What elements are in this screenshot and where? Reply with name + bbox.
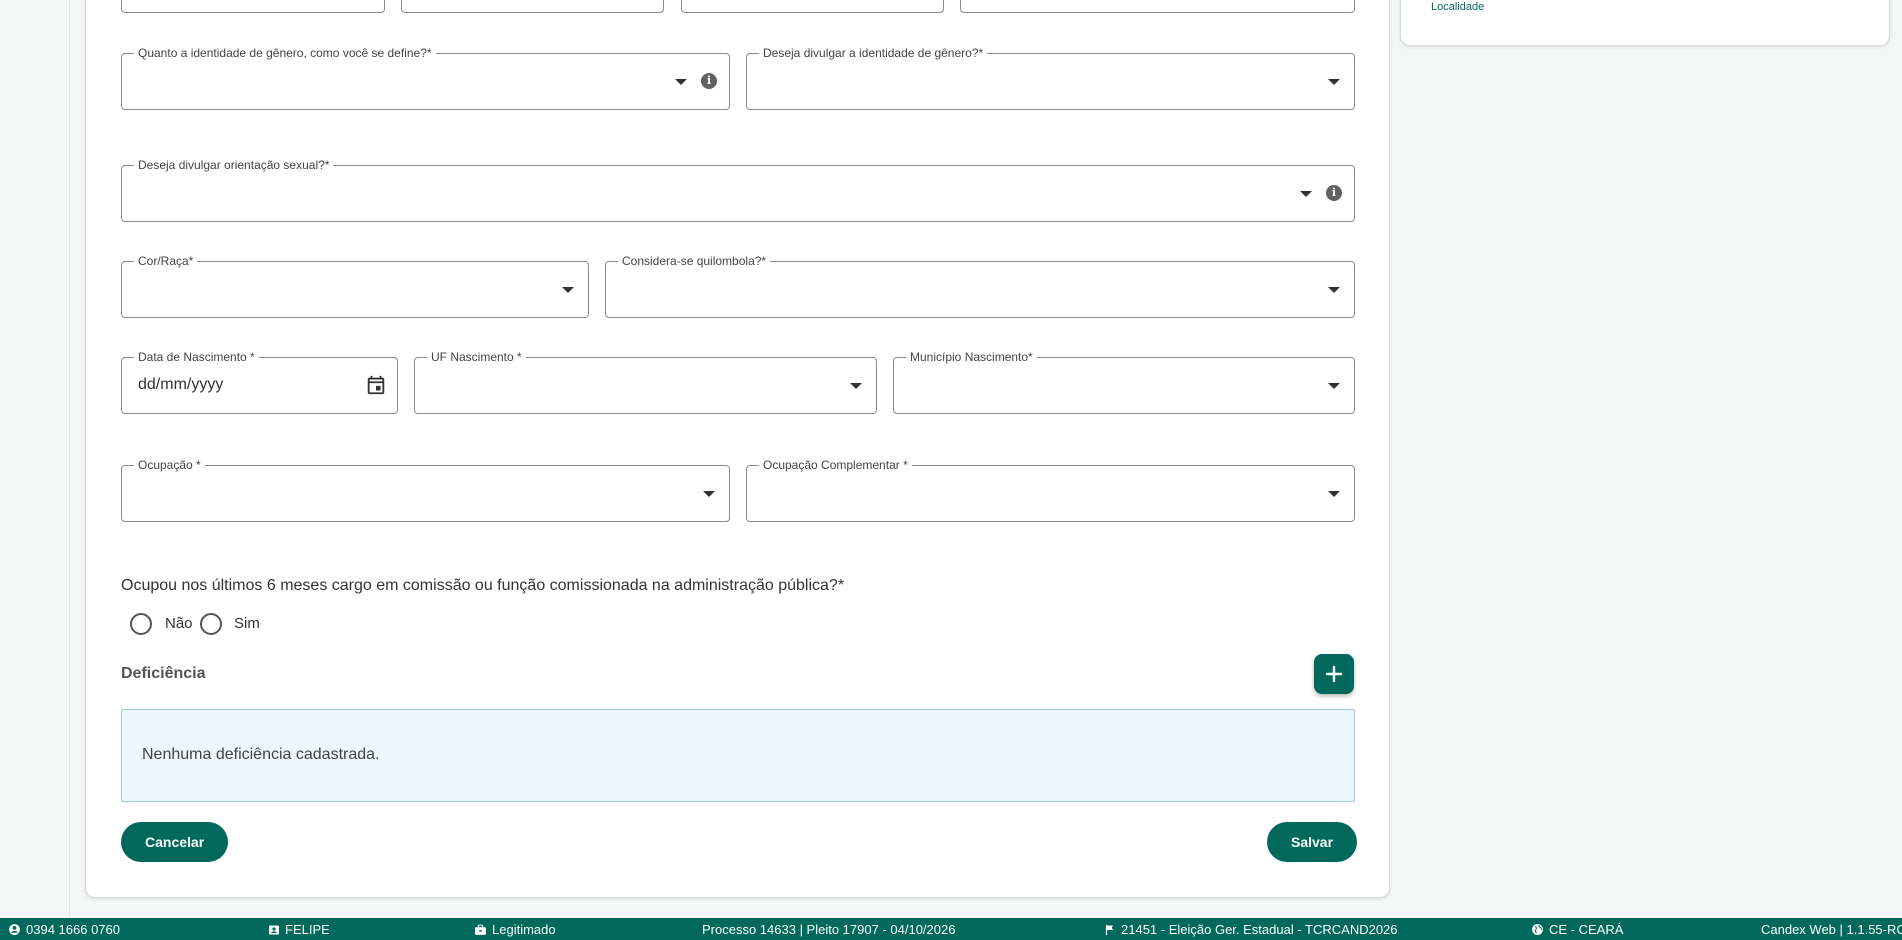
left-rail	[0, 0, 70, 918]
occupation-select[interactable]: Ocupação *	[121, 458, 730, 522]
occupation-complementary-select[interactable]: Ocupação Complementar *	[746, 458, 1355, 522]
disability-section-title: Deficiência	[121, 665, 206, 682]
briefcase-icon	[475, 924, 486, 935]
status-process: Processo 14633 | Pleito 17907 - 04/10/20…	[702, 922, 955, 937]
chevron-down-icon	[703, 491, 715, 497]
status-user-id-text: 0394 1666 0760	[26, 922, 120, 937]
birth-uf-label: UF Nascimento *	[427, 350, 526, 364]
disability-empty-message: Nenhuma deficiência cadastrada.	[142, 746, 380, 763]
flag-icon	[1105, 924, 1113, 935]
status-role-text: Legitimado	[492, 922, 556, 937]
gender-identity-label: Quanto a identidade de gênero, como você…	[134, 46, 436, 60]
status-version-text: Candex Web | 1.1.55-RC	[1761, 922, 1902, 937]
plus-icon	[1325, 665, 1343, 683]
chevron-down-icon	[562, 287, 574, 293]
disability-empty-state: Nenhuma deficiência cadastrada.	[121, 709, 1355, 802]
radio-no[interactable]	[130, 613, 152, 635]
status-user-id: 0394 1666 0760	[8, 922, 120, 937]
info-icon[interactable]: i	[1326, 185, 1342, 201]
race-select[interactable]: Cor/Raça*	[121, 254, 589, 318]
calendar-icon[interactable]	[365, 374, 387, 396]
status-election: 21451 - Eleição Ger. Estadual - TCRCAND2…	[1104, 922, 1398, 937]
disclose-orientation-label: Deseja divulgar orientação sexual?*	[134, 158, 334, 172]
status-state: CE - CEARÁ	[1531, 922, 1623, 937]
birth-city-label: Município Nascimento*	[906, 350, 1037, 364]
birth-date-placeholder: dd/mm/yyyy	[138, 376, 224, 393]
radio-yes[interactable]	[200, 613, 222, 635]
occupation-complementary-label: Ocupação Complementar *	[759, 458, 912, 472]
location-card: Localidade	[1400, 0, 1890, 46]
cancel-button[interactable]: Cancelar	[121, 822, 229, 862]
chevron-down-icon	[1328, 383, 1340, 389]
chevron-down-icon	[850, 383, 862, 389]
status-election-text: 21451 - Eleição Ger. Estadual - TCRCAND2…	[1121, 922, 1398, 937]
chevron-down-icon	[1300, 191, 1312, 197]
partial-field-4[interactable]	[960, 0, 1355, 13]
chevron-down-icon	[1328, 287, 1340, 293]
radio-yes-label[interactable]: Sim	[234, 615, 260, 632]
birth-city-select[interactable]: Município Nascimento*	[893, 350, 1355, 414]
birth-date-input[interactable]: Data de Nascimento * dd/mm/yyyy	[121, 350, 398, 414]
status-process-text: Processo 14633 | Pleito 17907 - 04/10/20…	[702, 922, 956, 937]
chevron-down-icon	[675, 79, 687, 85]
quilombola-select[interactable]: Considera-se quilombola?*	[605, 254, 1355, 318]
partial-field-1[interactable]	[121, 0, 385, 13]
account-circle-icon	[9, 924, 20, 935]
commission-question: Ocupou nos últimos 6 meses cargo em comi…	[121, 577, 845, 594]
globe-icon	[1532, 924, 1543, 935]
status-user-name: FELIPE	[268, 922, 330, 937]
save-button[interactable]: Salvar	[1267, 822, 1358, 862]
status-bar: 0394 1666 0760 FELIPE Legitimado Process…	[0, 918, 1902, 940]
partial-field-2[interactable]	[401, 0, 664, 13]
occupation-label: Ocupação *	[134, 458, 205, 472]
add-disability-button[interactable]	[1314, 654, 1354, 694]
disclose-orientation-select[interactable]: Deseja divulgar orientação sexual?* i	[121, 158, 1355, 222]
radio-no-label[interactable]: Não	[165, 615, 193, 632]
badge-icon	[269, 925, 279, 934]
quilombola-label: Considera-se quilombola?*	[618, 254, 771, 268]
status-version: Candex Web | 1.1.55-RC	[1761, 922, 1902, 937]
chevron-down-icon	[1328, 79, 1340, 85]
location-link[interactable]: Localidade	[1431, 1, 1484, 13]
info-icon[interactable]: i	[701, 73, 717, 89]
disclose-gender-label: Deseja divulgar a identidade de gênero?*	[759, 46, 988, 60]
status-state-text: CE - CEARÁ	[1549, 922, 1624, 937]
disclose-gender-select[interactable]: Deseja divulgar a identidade de gênero?*	[746, 46, 1355, 110]
gender-identity-select[interactable]: Quanto a identidade de gênero, como você…	[121, 46, 730, 110]
birth-uf-select[interactable]: UF Nascimento *	[414, 350, 877, 414]
chevron-down-icon	[1328, 491, 1340, 497]
birth-date-label: Data de Nascimento *	[134, 350, 259, 364]
status-role: Legitimado	[474, 922, 556, 937]
status-user-name-text: FELIPE	[285, 922, 330, 937]
race-label: Cor/Raça*	[134, 254, 198, 268]
partial-field-3[interactable]	[681, 0, 944, 13]
